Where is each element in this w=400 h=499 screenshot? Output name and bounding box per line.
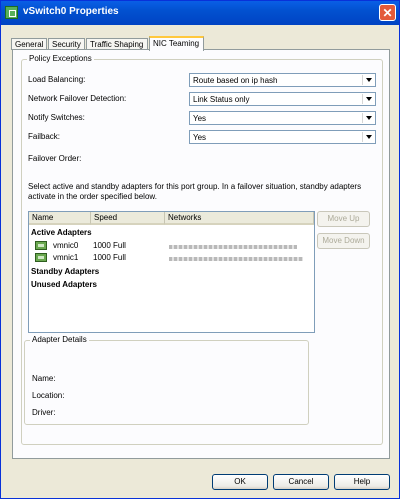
adapter-name: vmnic0 — [53, 241, 79, 250]
adapter-row-vmnic0[interactable]: vmnic0 1000 Full — [29, 240, 314, 252]
failover-detection-value: Link Status only — [193, 95, 250, 104]
redacted-networks — [169, 257, 303, 261]
policy-exceptions-legend: Policy Exceptions — [27, 54, 94, 63]
nic-icon — [35, 241, 47, 250]
adapter-list[interactable]: Name Speed Networks Active Adapters vmni… — [28, 211, 315, 333]
column-header-networks[interactable]: Networks — [165, 212, 314, 225]
load-balancing-select[interactable]: Route based on ip hash — [189, 73, 376, 87]
adapter-details-legend: Adapter Details — [30, 335, 89, 344]
unused-adapters-header: Unused Adapters — [31, 280, 97, 289]
failback-value: Yes — [193, 133, 207, 142]
standby-adapters-header: Standby Adapters — [31, 267, 100, 276]
column-header-name[interactable]: Name — [29, 212, 91, 225]
ok-button[interactable]: OK — [212, 474, 268, 490]
details-name-label: Name: — [32, 374, 56, 383]
failover-description: Select active and standby adapters for t… — [28, 182, 362, 201]
failback-select[interactable]: Yes — [189, 130, 376, 144]
failover-detection-label: Network Failover Detection: — [28, 94, 127, 103]
notify-switches-label: Notify Switches: — [28, 113, 85, 122]
adapter-row-vmnic1[interactable]: vmnic1 1000 Full — [29, 252, 314, 264]
failback-label: Failback: — [28, 132, 61, 141]
close-button[interactable]: ✕ — [379, 4, 396, 21]
active-adapters-header: Active Adapters — [31, 228, 92, 237]
nic-icon — [35, 253, 47, 262]
chevron-down-icon[interactable] — [362, 75, 374, 85]
notify-switches-select[interactable]: Yes — [189, 111, 376, 125]
cancel-button[interactable]: Cancel — [273, 474, 329, 490]
failover-order-label: Failover Order: — [28, 154, 82, 163]
adapter-speed: 1000 Full — [93, 241, 126, 250]
chevron-down-icon[interactable] — [362, 94, 374, 104]
load-balancing-label: Load Balancing: — [28, 75, 86, 84]
adapter-name: vmnic1 — [53, 253, 79, 262]
window-title: vSwitch0 Properties — [23, 6, 119, 17]
failover-detection-select[interactable]: Link Status only — [189, 92, 376, 106]
load-balancing-value: Route based on ip hash — [193, 76, 278, 85]
notify-switches-value: Yes — [193, 114, 207, 123]
details-driver-label: Driver: — [32, 408, 56, 417]
column-header-speed[interactable]: Speed — [91, 212, 165, 225]
adapter-details-group: Adapter Details Name: Location: Driver: — [24, 335, 309, 425]
move-down-button[interactable]: Move Down — [317, 233, 370, 249]
help-button[interactable]: Help — [334, 474, 390, 490]
vswitch-icon — [5, 6, 18, 19]
tab-nic-teaming[interactable]: NIC Teaming — [149, 36, 204, 51]
nic-teaming-panel: Policy Exceptions Load Balancing: Route … — [12, 49, 390, 459]
chevron-down-icon[interactable] — [362, 113, 374, 123]
title-bar[interactable]: vSwitch0 Properties ✕ — [1, 1, 399, 25]
chevron-down-icon[interactable] — [362, 132, 374, 142]
properties-window: vSwitch0 Properties ✕ General Security T… — [0, 0, 400, 499]
move-up-button[interactable]: Move Up — [317, 211, 370, 227]
close-icon: ✕ — [382, 6, 393, 20]
details-location-label: Location: — [32, 391, 65, 400]
redacted-networks — [169, 245, 297, 249]
adapter-speed: 1000 Full — [93, 253, 126, 262]
